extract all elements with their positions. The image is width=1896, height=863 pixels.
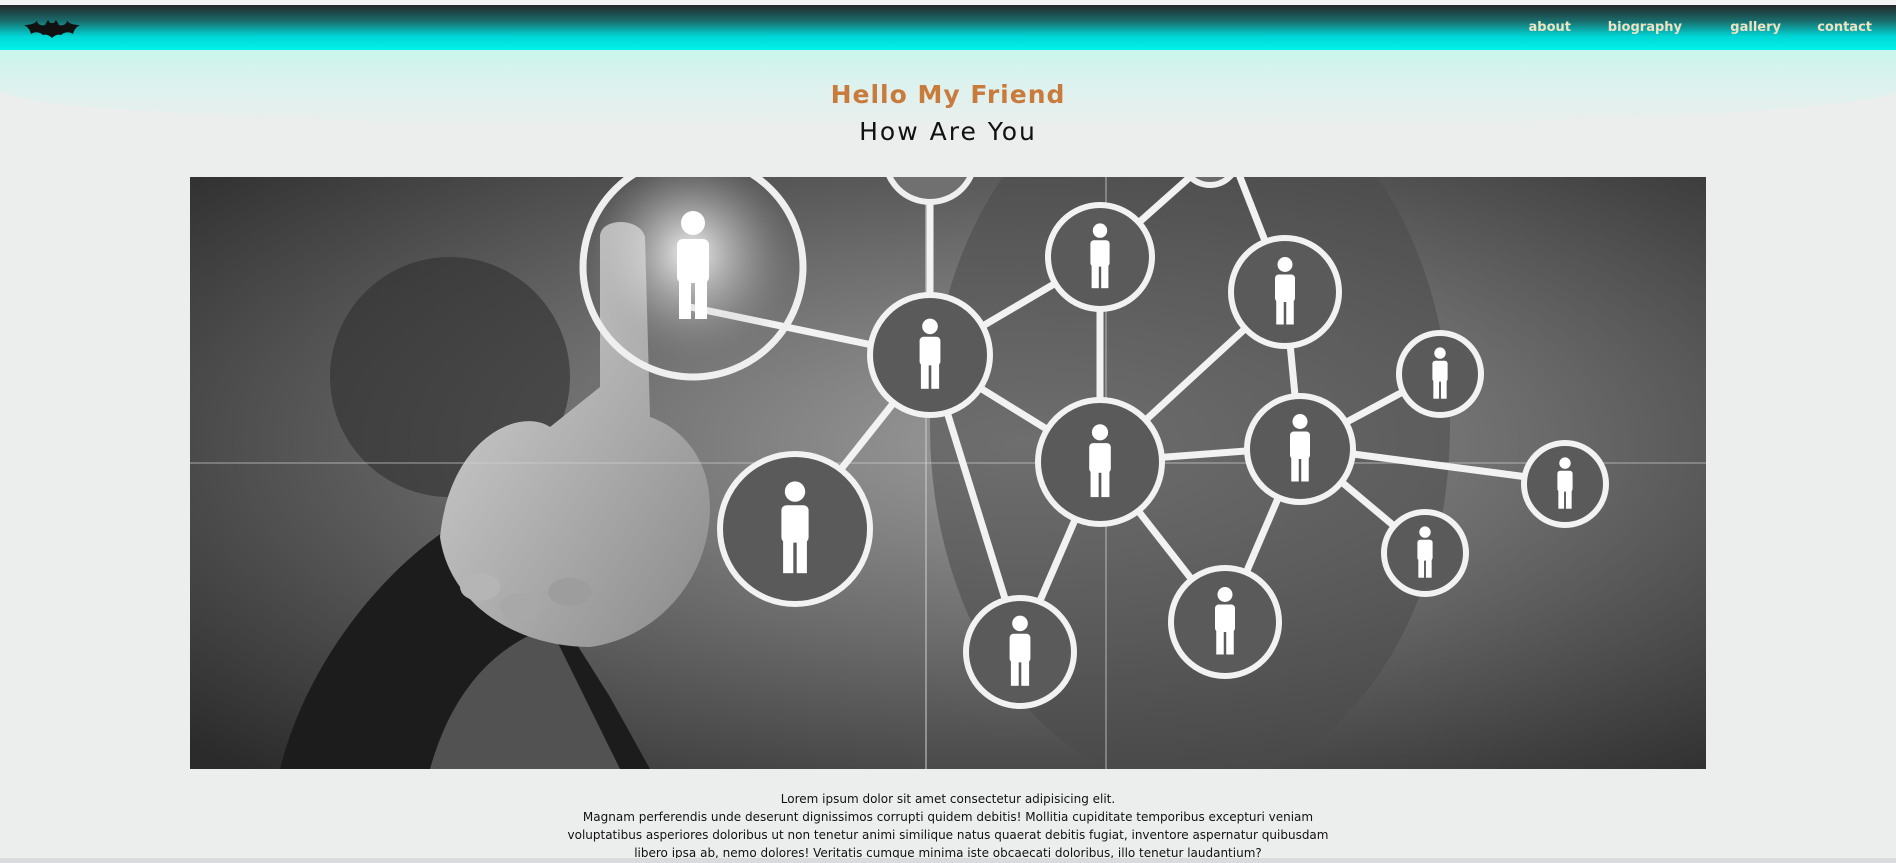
body-text-line: Magnam perferendis unde deserunt digniss… bbox=[582, 810, 1314, 824]
horizontal-scrollbar[interactable] bbox=[0, 858, 1896, 863]
nav-biography-link[interactable]: biography bbox=[1608, 20, 1682, 35]
nav-about-link[interactable]: about bbox=[1529, 20, 1571, 35]
nav-gallery-link[interactable]: gallery bbox=[1730, 20, 1781, 35]
body-text-line: Lorem ipsum dolor sit amet consectetur a… bbox=[780, 792, 1116, 806]
social-network-people-icon bbox=[190, 177, 1706, 769]
body-text: Lorem ipsum dolor sit amet consectetur a… bbox=[500, 790, 1396, 862]
nav-contact-link[interactable]: contact bbox=[1817, 20, 1872, 35]
body-text-line: voluptatibus asperiores doloribus ut non… bbox=[567, 828, 1329, 842]
page-title: Hello My Friend bbox=[830, 80, 1066, 109]
bat-logo-icon[interactable] bbox=[22, 16, 82, 40]
navbar: about biography gallery contact bbox=[0, 5, 1896, 50]
hero-image bbox=[190, 177, 1706, 769]
page-subtitle: How Are You bbox=[859, 117, 1037, 146]
